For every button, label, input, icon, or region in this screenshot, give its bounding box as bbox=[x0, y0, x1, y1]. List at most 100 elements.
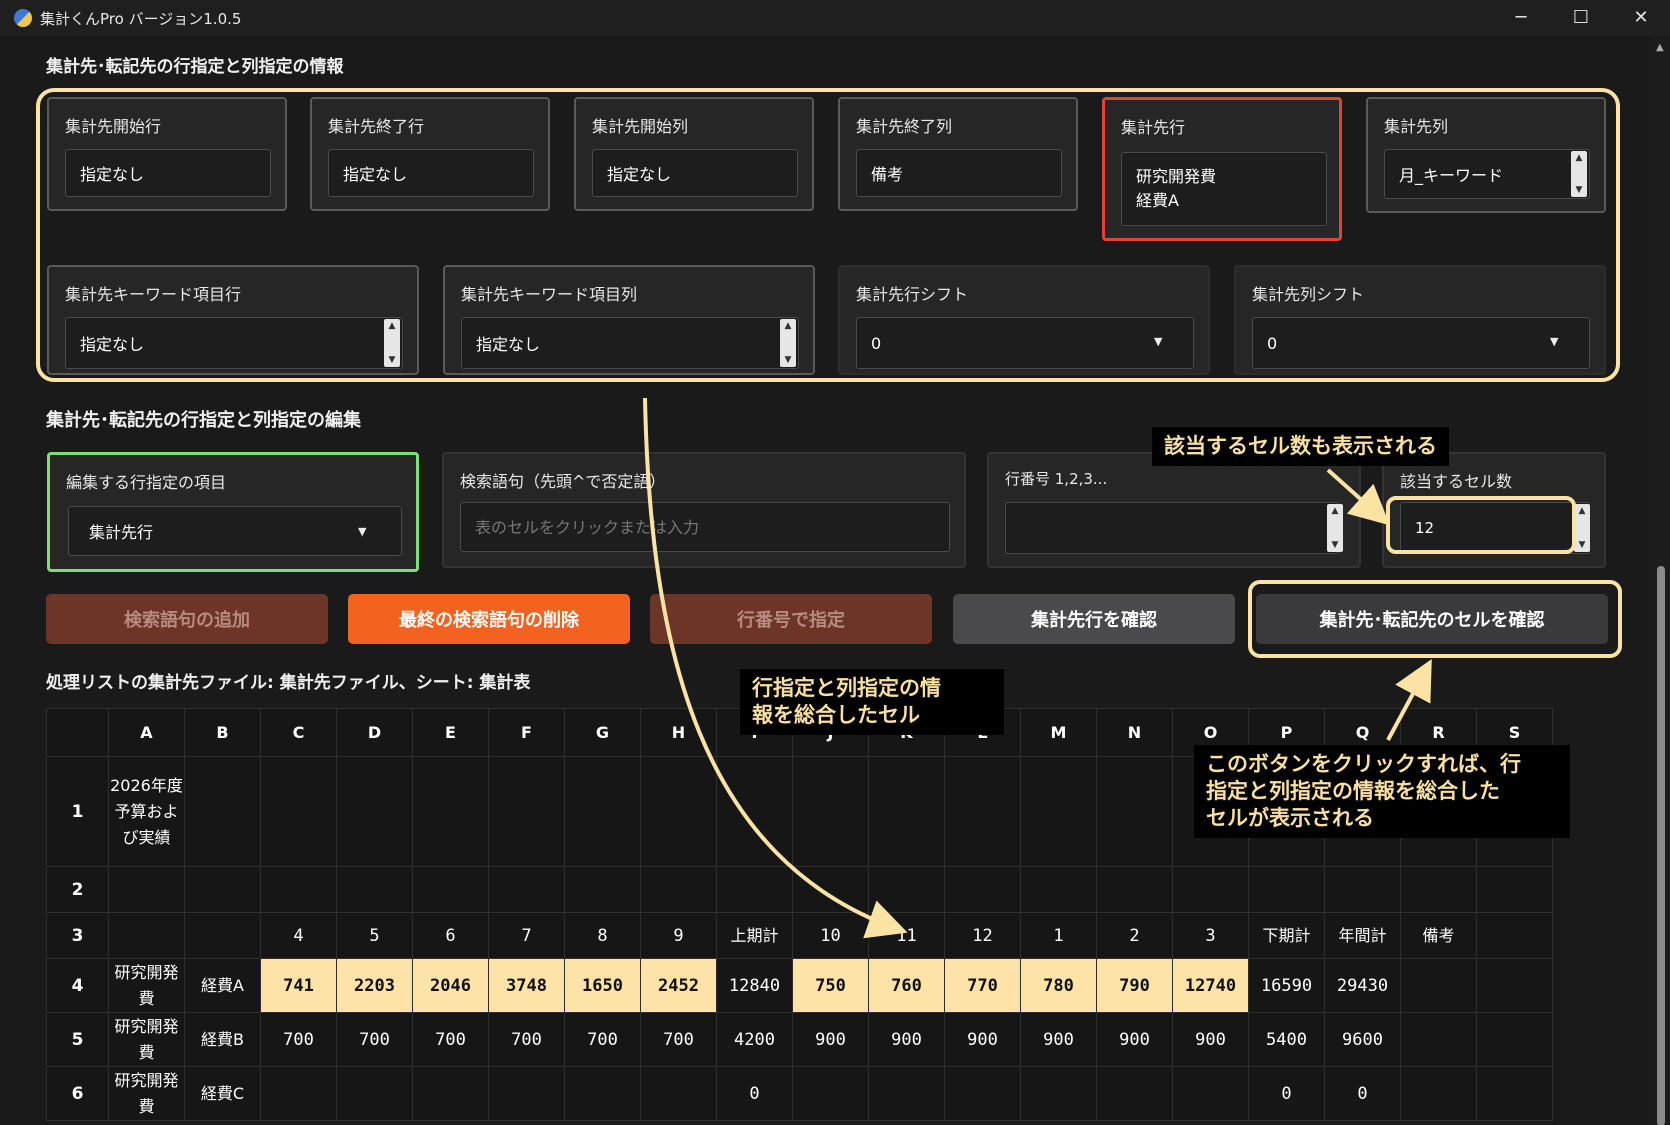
table-cell-highlighted[interactable]: 2452 bbox=[640, 958, 717, 1013]
table-cell[interactable]: 7 bbox=[488, 912, 565, 959]
cell-count-field[interactable]: 12 bbox=[1400, 502, 1590, 554]
add-search-button[interactable]: 検索語句の追加 bbox=[46, 594, 328, 644]
scroll-up-icon[interactable]: ▲ bbox=[1656, 42, 1664, 53]
table-cell[interactable]: 8 bbox=[564, 912, 641, 959]
table-cell[interactable] bbox=[488, 1066, 565, 1121]
table-cell-highlighted[interactable]: 760 bbox=[868, 958, 945, 1013]
table-cell[interactable] bbox=[412, 866, 489, 913]
table-cell[interactable] bbox=[944, 866, 1021, 913]
rownum-specify-button[interactable]: 行番号で指定 bbox=[650, 594, 932, 644]
target-col-field[interactable]: 月_キーワード bbox=[1384, 149, 1590, 199]
table-cell[interactable]: 3 bbox=[1172, 912, 1249, 959]
table-cell[interactable]: 700 bbox=[336, 1012, 413, 1067]
table-cell[interactable] bbox=[1096, 1066, 1173, 1121]
table-cell[interactable] bbox=[1476, 1066, 1553, 1121]
table-cell[interactable] bbox=[108, 866, 185, 913]
table-cell[interactable]: 5 bbox=[336, 912, 413, 959]
spin-down-icon[interactable]: ▼ bbox=[1332, 540, 1339, 550]
spin-up-icon[interactable]: ▲ bbox=[1332, 506, 1339, 516]
table-cell[interactable] bbox=[412, 1066, 489, 1121]
cell-count-spinner[interactable]: ▲ ▼ bbox=[1574, 504, 1590, 552]
spin-up-icon[interactable]: ▲ bbox=[1576, 153, 1583, 163]
table-cell[interactable]: 700 bbox=[640, 1012, 717, 1067]
maximize-button[interactable]: ☐ bbox=[1558, 4, 1604, 32]
table-cell[interactable]: 下期計 bbox=[1248, 912, 1325, 959]
table-cell[interactable]: 2 bbox=[1096, 912, 1173, 959]
table-cell[interactable] bbox=[944, 756, 1021, 867]
table-cell[interactable] bbox=[184, 912, 261, 959]
table-cell[interactable] bbox=[488, 866, 565, 913]
col-header[interactable]: A bbox=[108, 708, 185, 757]
keyword-col-field[interactable]: 指定なし bbox=[461, 317, 799, 369]
rownum-input[interactable] bbox=[1005, 502, 1339, 554]
table-cell[interactable]: 9 bbox=[640, 912, 717, 959]
table-cell[interactable]: 700 bbox=[564, 1012, 641, 1067]
col-header[interactable]: D bbox=[336, 708, 413, 757]
scrollbar-thumb[interactable] bbox=[1657, 566, 1665, 1125]
table-cell[interactable]: 1 bbox=[1020, 912, 1097, 959]
table-cell[interactable] bbox=[1172, 866, 1249, 913]
table-cell[interactable]: 年間計 bbox=[1324, 912, 1401, 959]
table-cell[interactable] bbox=[792, 866, 869, 913]
end-col-field[interactable]: 備考 bbox=[856, 149, 1062, 197]
col-header[interactable]: F bbox=[488, 708, 565, 757]
table-cell[interactable] bbox=[1020, 1066, 1097, 1121]
table-cell[interactable]: 900 bbox=[1020, 1012, 1097, 1067]
table-cell[interactable] bbox=[1324, 866, 1401, 913]
col-header[interactable]: M bbox=[1020, 708, 1097, 757]
table-cell[interactable]: 16590 bbox=[1248, 958, 1325, 1013]
table-cell[interactable] bbox=[944, 1066, 1021, 1121]
table-cell[interactable]: 6 bbox=[412, 912, 489, 959]
table-cell[interactable] bbox=[1096, 866, 1173, 913]
end-row-field[interactable]: 指定なし bbox=[328, 149, 534, 197]
table-cell[interactable] bbox=[640, 756, 717, 867]
delete-last-search-button[interactable]: 最終の検索語句の削除 bbox=[348, 594, 630, 644]
table-cell[interactable]: 経費B bbox=[184, 1012, 261, 1067]
table-cell[interactable]: 2026年度予算および実績 bbox=[108, 756, 185, 867]
confirm-row-button[interactable]: 集計先行を確認 bbox=[953, 594, 1235, 644]
table-cell[interactable] bbox=[716, 756, 793, 867]
col-header[interactable]: B bbox=[184, 708, 261, 757]
keyword-row-field[interactable]: 指定なし bbox=[65, 317, 403, 369]
table-cell[interactable] bbox=[1476, 958, 1553, 1013]
table-cell[interactable] bbox=[1400, 958, 1477, 1013]
vertical-scrollbar[interactable]: ▲ bbox=[1652, 36, 1670, 1125]
table-cell[interactable]: 29430 bbox=[1324, 958, 1401, 1013]
table-cell[interactable] bbox=[336, 866, 413, 913]
table-cell[interactable] bbox=[1172, 1066, 1249, 1121]
table-cell[interactable]: 経費C bbox=[184, 1066, 261, 1121]
row-header[interactable]: 2 bbox=[46, 866, 109, 913]
close-button[interactable]: ✕ bbox=[1618, 4, 1664, 32]
spin-up-icon[interactable]: ▲ bbox=[785, 321, 792, 331]
table-cell[interactable] bbox=[1096, 756, 1173, 867]
chevron-down-icon[interactable]: ▼ bbox=[358, 525, 366, 538]
table-cell-highlighted[interactable]: 750 bbox=[792, 958, 869, 1013]
table-cell[interactable] bbox=[1020, 866, 1097, 913]
table-cell[interactable] bbox=[792, 756, 869, 867]
table-cell[interactable] bbox=[1400, 1066, 1477, 1121]
table-cell[interactable]: 0 bbox=[1248, 1066, 1325, 1121]
table-cell[interactable]: 900 bbox=[1096, 1012, 1173, 1067]
table-cell[interactable] bbox=[1476, 866, 1553, 913]
table-cell[interactable]: 900 bbox=[792, 1012, 869, 1067]
table-cell[interactable] bbox=[868, 756, 945, 867]
spin-down-icon[interactable]: ▼ bbox=[785, 355, 792, 365]
table-cell[interactable] bbox=[260, 866, 337, 913]
row-header[interactable]: 4 bbox=[46, 958, 109, 1013]
table-cell[interactable] bbox=[108, 912, 185, 959]
search-input[interactable] bbox=[460, 502, 950, 552]
table-cell[interactable]: 4200 bbox=[716, 1012, 793, 1067]
spin-up-icon[interactable]: ▲ bbox=[1579, 506, 1586, 516]
table-cell[interactable]: 900 bbox=[1172, 1012, 1249, 1067]
table-cell[interactable] bbox=[1248, 866, 1325, 913]
keyword-row-spinner[interactable]: ▲ ▼ bbox=[384, 319, 400, 367]
table-cell-highlighted[interactable]: 780 bbox=[1020, 958, 1097, 1013]
spin-down-icon[interactable]: ▼ bbox=[389, 355, 396, 365]
table-cell[interactable] bbox=[184, 866, 261, 913]
table-cell[interactable]: 12840 bbox=[716, 958, 793, 1013]
target-col-spinner[interactable]: ▲ ▼ bbox=[1571, 151, 1587, 197]
table-cell[interactable]: 700 bbox=[412, 1012, 489, 1067]
row-header[interactable]: 1 bbox=[46, 756, 109, 867]
start-col-field[interactable]: 指定なし bbox=[592, 149, 798, 197]
spin-up-icon[interactable]: ▲ bbox=[389, 321, 396, 331]
